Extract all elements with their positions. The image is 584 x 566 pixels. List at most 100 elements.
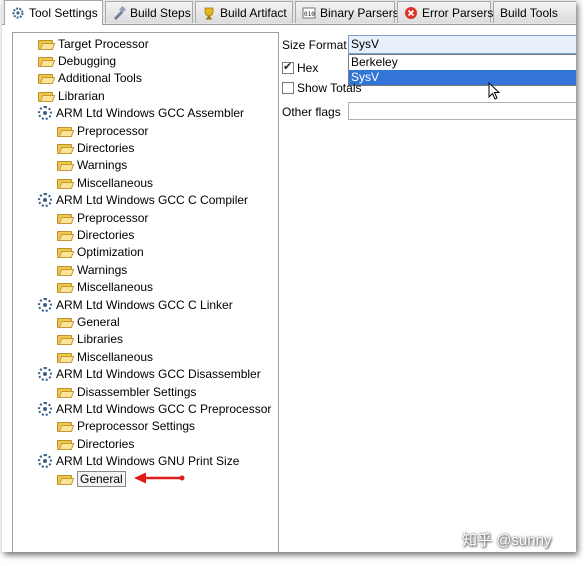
folder-icon (57, 386, 73, 398)
tree-item-label: Disassembler Settings (77, 384, 197, 399)
gear-icon (38, 297, 52, 312)
tree-item-label: Debugging (58, 53, 117, 68)
tree-item-label: Librarian (58, 88, 105, 103)
tree-item-label: Miscellaneous (77, 280, 154, 295)
other-flags-input[interactable] (348, 102, 576, 120)
size-format-select[interactable]: SysV (348, 35, 576, 54)
tree-item[interactable]: Librarian (38, 87, 105, 104)
tree-item[interactable]: ARM Ltd Windows GCC C Preprocessor (38, 400, 271, 417)
size-format-value: SysV (351, 37, 380, 51)
tree-item[interactable]: Additional Tools (38, 70, 142, 87)
tree-item[interactable]: General (57, 313, 120, 330)
tree-item[interactable]: Preprocessor (57, 209, 148, 226)
tree-item-label: General (77, 314, 120, 329)
folder-icon (57, 351, 73, 363)
settings-panel: Size Format SysV Berkeley SysV Hex Show … (280, 32, 576, 552)
annotation-arrow (134, 472, 185, 484)
tree-item-label: Additional Tools (58, 71, 142, 86)
tree-item-label: Optimization (77, 245, 144, 260)
tree-item[interactable]: Libraries (57, 331, 123, 348)
tree-item[interactable]: ARM Ltd Windows GCC Disassembler (38, 366, 261, 383)
error-parsers-icon (404, 6, 418, 20)
folder-icon (57, 281, 73, 294)
folder-icon (38, 72, 54, 85)
other-flags-label: Other flags (282, 105, 341, 119)
tab-build-tools[interactable]: Build Tools (493, 1, 576, 23)
tree-item[interactable]: Warnings (57, 261, 127, 278)
tree-item[interactable]: Disassembler Settings (57, 383, 196, 400)
tree-item-label: Warnings (77, 262, 128, 277)
tab-label: Error Parsers (422, 5, 494, 20)
tree-item-label: ARM Ltd Windows GCC C Linker (56, 297, 233, 312)
tree-item-label: Directories (77, 227, 135, 242)
tab-binary-parsers[interactable]: 010 Binary Parsers (295, 1, 399, 23)
hex-checkbox[interactable] (282, 60, 294, 74)
hex-label: Hex (297, 61, 319, 75)
tree-item-label: General (77, 470, 126, 487)
tab-label: Build Tools (500, 5, 558, 20)
gear-icon (38, 454, 52, 469)
tree-item[interactable]: Preprocessor (57, 122, 148, 139)
size-format-label: Size Format (282, 38, 347, 52)
folder-icon (38, 55, 54, 67)
tab-label: Build Artifact (220, 5, 287, 20)
tab-label: Build Steps (130, 5, 191, 20)
tree-item-label: Directories (77, 140, 135, 155)
tree-item[interactable]: Miscellaneous (57, 279, 153, 296)
tab-build-artifact[interactable]: Build Artifact (195, 1, 293, 23)
tab-label: Tool Settings (29, 6, 98, 20)
dropdown-option-berkeley[interactable]: Berkeley (349, 55, 576, 70)
folder-icon (57, 159, 73, 172)
tree-item-label: Preprocessor Settings (77, 419, 196, 434)
gear-icon (38, 401, 52, 416)
tree-item[interactable]: Directories (57, 226, 134, 243)
tab-build-steps[interactable]: Build Steps (105, 1, 193, 23)
tree-item[interactable]: ARM Ltd Windows GCC C Compiler (38, 192, 248, 209)
build-artifact-icon (202, 6, 216, 20)
tree-item[interactable]: General (57, 470, 126, 487)
folder-icon (57, 264, 73, 276)
svg-text:010: 010 (304, 11, 315, 18)
tool-settings-icon (11, 6, 25, 20)
tab-error-parsers[interactable]: Error Parsers (397, 1, 494, 23)
dropdown-option-sysv[interactable]: SysV (349, 70, 576, 85)
tree-item[interactable]: ARM Ltd Windows GCC C Linker (38, 296, 233, 313)
mouse-cursor-icon (488, 82, 501, 100)
gear-icon (38, 106, 52, 121)
tree-item[interactable]: Debugging (38, 52, 116, 69)
tree-item[interactable]: Directories (57, 435, 134, 452)
tree-item-label: Miscellaneous (77, 175, 154, 190)
build-steps-icon (112, 5, 127, 20)
tree-item[interactable]: Target Processor (38, 35, 149, 52)
show-totals-label: Show Totals (297, 81, 362, 95)
tree-item[interactable]: Optimization (57, 244, 144, 261)
folder-icon (57, 212, 73, 224)
binary-parsers-icon: 010 (302, 6, 316, 20)
gear-icon (38, 367, 52, 382)
tree-item-label: Preprocessor (77, 123, 149, 138)
folder-icon (57, 142, 73, 154)
gear-icon (38, 193, 52, 208)
show-totals-checkbox[interactable] (282, 82, 294, 94)
tree-item-label: ARM Ltd Windows GCC C Preprocessor (56, 401, 272, 416)
tree-item[interactable]: Miscellaneous (57, 174, 153, 191)
tree-item-label: Libraries (77, 332, 124, 347)
folder-icon (38, 90, 54, 102)
folder-icon (57, 316, 73, 328)
tree-item[interactable]: Directories (57, 139, 134, 156)
tree-item[interactable]: Miscellaneous (57, 348, 153, 365)
folder-icon (57, 229, 73, 241)
tab-label: Binary Parsers (320, 5, 399, 20)
tree-item[interactable]: ARM Ltd Windows GNU Print Size (38, 453, 239, 470)
tree-item[interactable]: ARM Ltd Windows GCC Assembler (38, 105, 244, 122)
tree-item-label: Warnings (77, 158, 128, 173)
tab-tool-settings[interactable]: Tool Settings (4, 0, 103, 25)
tree-item-label: ARM Ltd Windows GCC C Compiler (56, 193, 249, 208)
folder-icon (57, 420, 73, 433)
tree-item-label: Preprocessor (77, 210, 149, 225)
tree-item-label: Directories (77, 436, 135, 451)
tree-item[interactable]: Preprocessor Settings (57, 418, 195, 435)
tree-item-label: ARM Ltd Windows GCC Assembler (56, 106, 245, 121)
folder-icon (57, 177, 73, 189)
tree-item[interactable]: Warnings (57, 157, 127, 174)
